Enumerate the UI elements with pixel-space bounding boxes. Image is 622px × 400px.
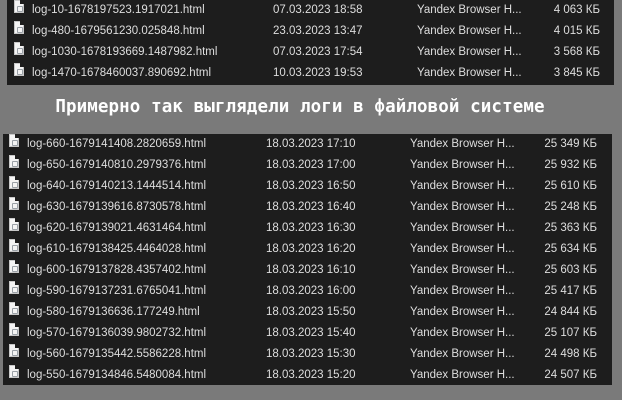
file-row[interactable]: log-480-1679561230.025848.html 23.03.202… xyxy=(7,21,614,42)
html-file-icon xyxy=(14,0,24,13)
file-date: 23.03.2023 13:47 xyxy=(273,25,363,37)
file-row[interactable]: log-630-1679139616.8730578.html 18.03.20… xyxy=(3,197,612,218)
file-date: 18.03.2023 15:20 xyxy=(266,369,356,381)
file-date: 18.03.2023 16:50 xyxy=(266,180,356,192)
file-type: Yandex Browser H... xyxy=(417,46,522,58)
html-file-icon xyxy=(14,21,24,34)
file-type: Yandex Browser H... xyxy=(410,159,515,171)
file-size: 24 844 КБ xyxy=(544,306,597,318)
file-row[interactable]: log-560-1679135442.5586228.html 18.03.20… xyxy=(3,344,612,365)
file-name: log-600-1679137828.4357402.html xyxy=(27,264,207,276)
file-type: Yandex Browser H... xyxy=(417,4,522,16)
html-file-icon xyxy=(9,197,19,210)
file-type: Yandex Browser H... xyxy=(410,369,515,381)
file-type: Yandex Browser H... xyxy=(410,138,515,150)
html-file-icon xyxy=(9,344,19,357)
file-type: Yandex Browser H... xyxy=(410,222,515,234)
file-row[interactable]: log-650-1679140810.2979376.html 18.03.20… xyxy=(3,155,612,176)
file-size: 25 417 КБ xyxy=(544,285,597,297)
file-date: 07.03.2023 17:54 xyxy=(273,46,363,58)
file-size: 25 932 КБ xyxy=(544,159,597,171)
file-type: Yandex Browser H... xyxy=(410,264,515,276)
file-name: log-630-1679139616.8730578.html xyxy=(27,201,207,213)
html-file-icon xyxy=(9,323,19,336)
file-type: Yandex Browser H... xyxy=(417,25,522,37)
file-row[interactable]: log-1470-1678460037.890692.html 10.03.20… xyxy=(7,63,614,84)
file-type: Yandex Browser H... xyxy=(410,201,515,213)
file-name: log-1030-1678193669.1487982.html xyxy=(32,46,218,58)
file-row[interactable]: log-580-1679136636.177249.html 18.03.202… xyxy=(3,302,612,323)
file-size: 3 568 КБ xyxy=(553,46,600,58)
file-name: log-640-1679140213.1444514.html xyxy=(27,180,207,192)
file-size: 4 015 КБ xyxy=(553,25,600,37)
file-row[interactable]: log-550-1679134846.5480084.html 18.03.20… xyxy=(3,365,612,386)
file-size: 25 634 КБ xyxy=(544,243,597,255)
html-file-icon xyxy=(9,218,19,231)
file-type: Yandex Browser H... xyxy=(410,306,515,318)
file-size: 25 363 КБ xyxy=(544,222,597,234)
file-name: log-10-1678197523.1917021.html xyxy=(32,4,205,16)
file-name: log-550-1679134846.5480084.html xyxy=(27,369,207,381)
file-type: Yandex Browser H... xyxy=(410,180,515,192)
html-file-icon xyxy=(9,155,19,168)
file-size: 25 349 КБ xyxy=(544,138,597,150)
file-date: 18.03.2023 15:50 xyxy=(266,306,356,318)
file-size: 24 498 КБ xyxy=(544,348,597,360)
file-name: log-590-1679137231.6765041.html xyxy=(27,285,207,297)
file-name: log-660-1679141408.2820659.html xyxy=(27,138,207,150)
file-date: 18.03.2023 16:30 xyxy=(266,222,356,234)
file-date: 18.03.2023 17:00 xyxy=(266,159,356,171)
file-name: log-560-1679135442.5586228.html xyxy=(27,348,207,360)
file-date: 18.03.2023 16:40 xyxy=(266,201,356,213)
html-file-icon xyxy=(9,176,19,189)
file-list-bottom: log-660-1679141408.2820659.html 18.03.20… xyxy=(3,134,612,385)
caption-text: Примерно так выглядели логи в файловой с… xyxy=(55,97,545,117)
file-row[interactable]: log-660-1679141408.2820659.html 18.03.20… xyxy=(3,134,612,155)
file-size: 25 107 КБ xyxy=(544,327,597,339)
file-date: 10.03.2023 19:53 xyxy=(273,67,363,79)
file-name: log-620-1679139021.4631464.html xyxy=(27,222,207,234)
file-type: Yandex Browser H... xyxy=(410,285,515,297)
file-type: Yandex Browser H... xyxy=(410,348,515,360)
file-row[interactable]: log-610-1679138425.4464028.html 18.03.20… xyxy=(3,239,612,260)
file-name: log-650-1679140810.2979376.html xyxy=(27,159,207,171)
file-size: 25 603 КБ xyxy=(544,264,597,276)
html-file-icon xyxy=(9,134,19,147)
file-date: 18.03.2023 17:10 xyxy=(266,138,356,150)
html-file-icon xyxy=(9,302,19,315)
file-type: Yandex Browser H... xyxy=(417,67,522,79)
file-name: log-480-1679561230.025848.html xyxy=(32,25,205,37)
file-date: 07.03.2023 18:58 xyxy=(273,4,363,16)
file-date: 18.03.2023 16:00 xyxy=(266,285,356,297)
html-file-icon xyxy=(14,42,24,55)
file-date: 18.03.2023 15:40 xyxy=(266,327,356,339)
file-size: 3 845 КБ xyxy=(553,67,600,79)
file-row[interactable]: log-640-1679140213.1444514.html 18.03.20… xyxy=(3,176,612,197)
file-name: log-610-1679138425.4464028.html xyxy=(27,243,207,255)
file-date: 18.03.2023 16:20 xyxy=(266,243,356,255)
file-row[interactable]: log-620-1679139021.4631464.html 18.03.20… xyxy=(3,218,612,239)
html-file-icon xyxy=(9,281,19,294)
file-row[interactable]: log-570-1679136039.9802732.html 18.03.20… xyxy=(3,323,612,344)
html-file-icon xyxy=(9,260,19,273)
file-list-top: log-10-1678197523.1917021.html 07.03.202… xyxy=(7,0,614,85)
file-name: log-1470-1678460037.890692.html xyxy=(32,67,212,79)
file-date: 18.03.2023 16:10 xyxy=(266,264,356,276)
html-file-icon xyxy=(9,365,19,378)
html-file-icon xyxy=(14,63,24,76)
file-row[interactable]: log-10-1678197523.1917021.html 07.03.202… xyxy=(7,0,614,21)
html-file-icon xyxy=(9,239,19,252)
file-date: 18.03.2023 15:30 xyxy=(266,348,356,360)
file-row[interactable]: log-590-1679137231.6765041.html 18.03.20… xyxy=(3,281,612,302)
file-type: Yandex Browser H... xyxy=(410,327,515,339)
file-size: 25 248 КБ xyxy=(544,201,597,213)
file-name: log-570-1679136039.9802732.html xyxy=(27,327,207,339)
file-name: log-580-1679136636.177249.html xyxy=(27,306,200,318)
file-size: 24 507 КБ xyxy=(544,369,597,381)
file-size: 25 610 КБ xyxy=(544,180,597,192)
file-size: 4 063 КБ xyxy=(553,4,600,16)
file-row[interactable]: log-1030-1678193669.1487982.html 07.03.2… xyxy=(7,42,614,63)
file-row[interactable]: log-600-1679137828.4357402.html 18.03.20… xyxy=(3,260,612,281)
file-type: Yandex Browser H... xyxy=(410,243,515,255)
